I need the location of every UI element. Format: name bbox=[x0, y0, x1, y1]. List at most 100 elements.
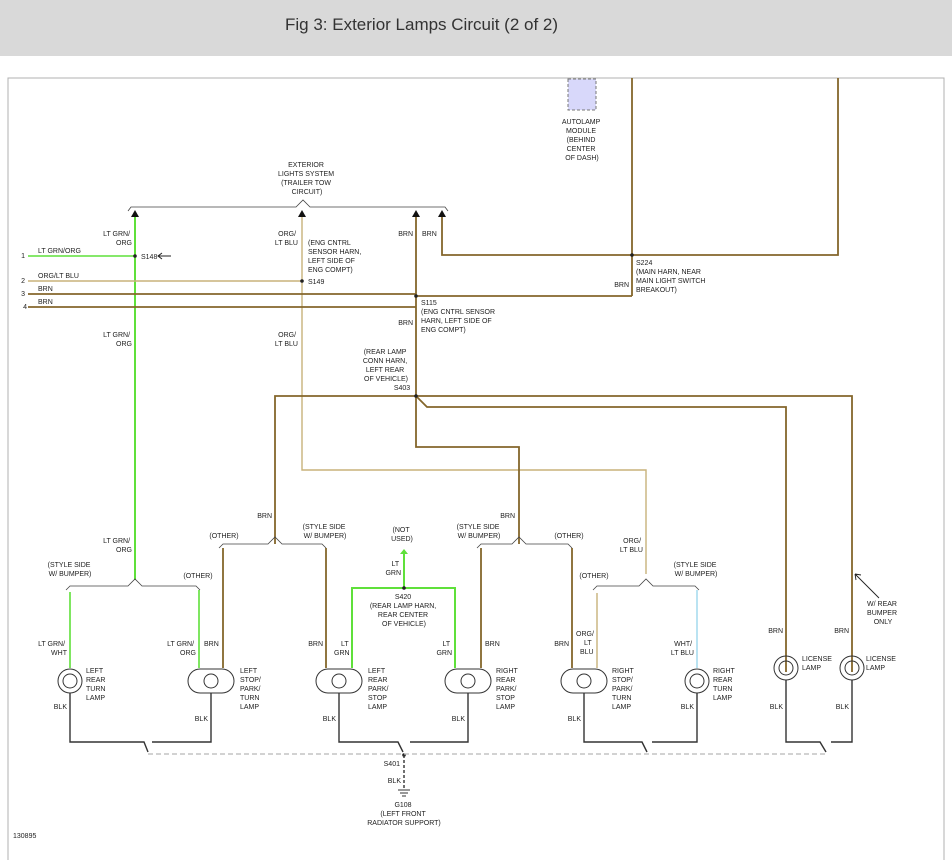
label-brn-top-1: BRN bbox=[398, 231, 413, 238]
page-header: Fig 3: Exterior Lamps Circuit (2 of 2) bbox=[0, 0, 952, 56]
label-lamp-license-1: LICENSE LAMP bbox=[802, 656, 834, 672]
label-brn-stop-left: BRN bbox=[204, 641, 219, 648]
blk-license-group bbox=[785, 680, 853, 753]
label-g108: G108 (LEFT FRONT RADIATOR SUPPORT) bbox=[367, 802, 441, 827]
connector-arrow-orgltblu bbox=[298, 210, 306, 217]
label-blk-ground: BLK bbox=[388, 778, 402, 785]
lamp-left-rear-park-stop bbox=[315, 668, 363, 694]
label-blk-4: BLK bbox=[452, 716, 466, 723]
label-blk-5: BLK bbox=[568, 716, 582, 723]
label-ltgrn-org-low: LT GRN/ ORG bbox=[103, 538, 132, 554]
lamp-right-stop-park-turn bbox=[560, 668, 608, 694]
label-s401: S401 bbox=[384, 761, 400, 768]
bracket-right-other bbox=[592, 578, 700, 591]
connector-arrow-brn-2 bbox=[438, 210, 446, 217]
label-blk-1: BLK bbox=[54, 704, 68, 711]
label-brn-top-2: BRN bbox=[422, 231, 437, 238]
label-blk-8: BLK bbox=[836, 704, 850, 711]
diagram-svg: AUTOLAMP MODULE (BEHIND CENTER OF DASH) … bbox=[7, 77, 945, 860]
label-lt-grn-s420: LT GRN bbox=[385, 561, 401, 577]
label-brn-license-1: BRN bbox=[768, 628, 783, 635]
label-lamp-right-park: RIGHT REAR PARK/ STOP LAMP bbox=[496, 668, 520, 711]
connector-arrow-brn-1 bbox=[412, 210, 420, 217]
label-brn-stop-right: BRN bbox=[554, 641, 569, 648]
not-used-arrow bbox=[400, 549, 408, 554]
label-other-far-right: (OTHER) bbox=[579, 573, 608, 580]
label-w-rear-bumper: W/ REAR BUMPER ONLY bbox=[867, 601, 899, 626]
label-ltgrn-park-right: LT GRN bbox=[436, 641, 452, 657]
label-brn-license-2: BRN bbox=[834, 628, 849, 635]
label-stylesided-far-right: (STYLE SIDE W/ BUMPER) bbox=[674, 562, 719, 578]
label-ltgrn-org-stop: LT GRN/ ORG bbox=[167, 641, 196, 657]
label-other-right: (OTHER) bbox=[554, 533, 583, 540]
connector-arrow-ltgrn bbox=[131, 210, 139, 217]
label-blk-2: BLK bbox=[195, 716, 209, 723]
label-wht-ltblu: WHT/ LT BLU bbox=[671, 641, 694, 657]
label-not-used: (NOT USED) bbox=[391, 527, 413, 543]
blk-wires bbox=[69, 680, 853, 797]
splice-s148 bbox=[133, 254, 137, 258]
label-brn-park-left: BRN bbox=[308, 641, 323, 648]
blk-center-group bbox=[338, 693, 469, 753]
label-ltgrn-org-mid: LT GRN/ ORG bbox=[103, 332, 132, 348]
bracket-left-stylesided bbox=[65, 578, 201, 591]
wiring-diagram: AUTOLAMP MODULE (BEHIND CENTER OF DASH) … bbox=[0, 56, 952, 860]
label-lamp-right-rear-turn: RIGHT REAR TURN LAMP bbox=[713, 668, 737, 702]
label-blk-6: BLK bbox=[681, 704, 695, 711]
label-other-left: (OTHER) bbox=[209, 533, 238, 540]
exterior-bracket bbox=[127, 199, 449, 212]
figure-id: 130895 bbox=[13, 833, 36, 840]
label-s403: S403 bbox=[394, 385, 410, 392]
brn-wires bbox=[28, 78, 853, 672]
ground-symbol bbox=[398, 789, 410, 797]
label-blk-7: BLK bbox=[770, 704, 784, 711]
label-stylesided-mid: (STYLE SIDE W/ BUMPER) bbox=[457, 524, 502, 540]
label-s115: S115 (ENG CNTRL SENSOR HARN, LEFT SIDE O… bbox=[421, 300, 497, 334]
label-s420: S420 (REAR LAMP HARN, REAR CENTER OF VEH… bbox=[370, 594, 438, 628]
lamp-right-rear-turn bbox=[684, 668, 710, 694]
label-s148: S148 bbox=[141, 254, 157, 261]
label-eng-cntrl: (ENG CNTRL SENSOR HARN, LEFT SIDE OF ENG… bbox=[308, 240, 363, 274]
splice-s403 bbox=[414, 394, 418, 398]
lamp-right-rear-park-stop bbox=[444, 668, 492, 694]
blk-labels: BLK BLK BLK BLK BLK BLK BLK BLK BLK bbox=[54, 704, 850, 785]
lamp-left-rear-turn bbox=[57, 668, 83, 694]
branch-brackets bbox=[65, 536, 700, 591]
pin-numbers: 1 2 3 4 bbox=[21, 253, 27, 311]
label-stylesided-far-left: (STYLE SIDE W/ BUMPER) bbox=[48, 562, 93, 578]
label-brn-park-right: BRN bbox=[485, 641, 500, 648]
label-stylesided-left: (STYLE SIDE W/ BUMPER) bbox=[303, 524, 348, 540]
label-org-lt-blu-stop-right: ORG/ LT BLU bbox=[576, 631, 596, 656]
s148-arrow bbox=[157, 252, 171, 260]
splice-s115 bbox=[414, 294, 418, 298]
blk-right-group bbox=[583, 693, 698, 753]
label-lamp-left-stop: LEFT STOP/ PARK/ TURN LAMP bbox=[240, 668, 263, 711]
label-brn-s224: BRN bbox=[614, 282, 629, 289]
label-rear-conn: (REAR LAMP CONN HARN, LEFT REAR OF VEHIC… bbox=[363, 349, 409, 383]
autolamp-module-label: AUTOLAMP MODULE (BEHIND CENTER OF DASH) bbox=[562, 119, 602, 162]
label-other-far-left: (OTHER) bbox=[183, 573, 212, 580]
label-lamp-left-rear-turn: LEFT REAR TURN LAMP bbox=[86, 668, 107, 702]
label-s149: S149 bbox=[308, 279, 324, 286]
label-org-ltblu-mid: ORG/ LT BLU bbox=[275, 332, 298, 348]
exterior-lights-label: EXTERIOR LIGHTS SYSTEM (TRAILER TOW CIRC… bbox=[278, 162, 336, 196]
splice-s420 bbox=[402, 586, 406, 590]
autolamp-module-box bbox=[567, 78, 597, 111]
wire-brn-right bbox=[441, 78, 839, 256]
label-ltgrn-org-top: LT GRN/ ORG bbox=[103, 231, 132, 247]
label-lamp-left-park: LEFT REAR PARK/ STOP LAMP bbox=[368, 668, 390, 711]
label-brn-left-branch: BRN bbox=[257, 513, 272, 520]
label-s224: S224 (MAIN HARN, NEAR MAIN LIGHT SWITCH … bbox=[636, 260, 707, 294]
label-brn-s115: BRN bbox=[398, 320, 413, 327]
label-ltgrn-park-left: LT GRN bbox=[334, 641, 350, 657]
label-org-ltblu-right: ORG/ LT BLU bbox=[620, 538, 643, 554]
label-brn-mid-branch: BRN bbox=[500, 513, 515, 520]
splice-s224 bbox=[630, 253, 634, 257]
label-blk-3: BLK bbox=[323, 716, 337, 723]
label-lamp-right-stop: RIGHT STOP/ PARK/ TURN LAMP bbox=[612, 668, 636, 711]
label-lamp-license-2: LICENSE LAMP bbox=[866, 656, 898, 672]
page-title: Fig 3: Exterior Lamps Circuit (2 of 2) bbox=[285, 15, 559, 34]
lamp-left-stop-park-turn bbox=[187, 668, 235, 694]
label-org-ltblu-top: ORG/ LT BLU bbox=[275, 231, 298, 247]
label-ltgrn-wht: LT GRN/ WHT bbox=[38, 641, 68, 657]
